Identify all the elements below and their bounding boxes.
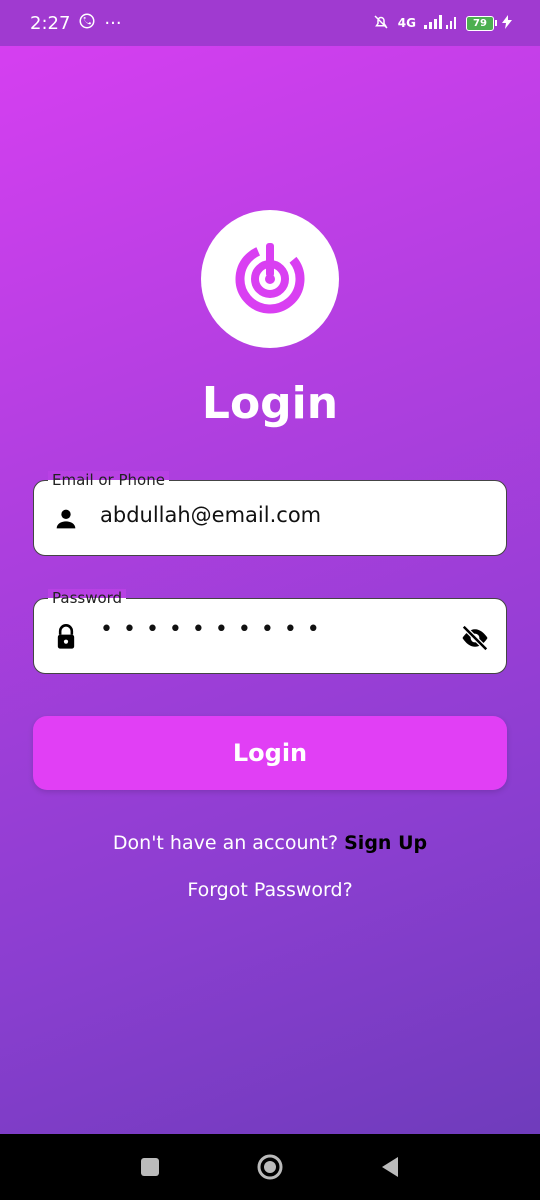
status-bar: 2:27 ··· 4G 79 bbox=[0, 0, 540, 46]
login-button[interactable]: Login bbox=[33, 716, 507, 790]
app-logo bbox=[201, 210, 339, 348]
signup-prompt: Don't have an account? bbox=[112, 832, 339, 854]
lock-icon bbox=[52, 623, 80, 651]
signup-row: Don't have an account? Sign Up bbox=[0, 832, 540, 854]
email-field-label: Email or Phone bbox=[48, 471, 169, 489]
battery-level: 79 bbox=[473, 17, 487, 29]
battery-icon: 79 bbox=[466, 15, 497, 31]
person-icon bbox=[52, 505, 80, 533]
charging-icon bbox=[502, 14, 512, 32]
home-icon[interactable] bbox=[250, 1147, 290, 1187]
forgot-password-link[interactable]: Forgot Password? bbox=[0, 879, 540, 901]
mute-icon bbox=[372, 13, 390, 34]
whatsapp-icon bbox=[78, 12, 96, 35]
status-more: ··· bbox=[104, 12, 122, 34]
password-field-label: Password bbox=[48, 589, 127, 607]
password-field[interactable]: Password •••••••••• bbox=[33, 589, 507, 674]
eye-off-icon[interactable] bbox=[460, 623, 490, 653]
email-input[interactable]: abdullah@email.com bbox=[100, 503, 321, 527]
recents-icon[interactable] bbox=[130, 1147, 170, 1187]
page-title: Login bbox=[201, 378, 339, 429]
email-field[interactable]: Email or Phone abdullah@email.com bbox=[33, 471, 507, 556]
signup-link[interactable]: Sign Up bbox=[344, 832, 427, 854]
system-nav-bar bbox=[0, 1134, 540, 1200]
status-time: 2:27 bbox=[30, 12, 71, 34]
signal-icon bbox=[424, 14, 458, 32]
password-input[interactable]: •••••••••• bbox=[100, 617, 330, 642]
app-logo-icon bbox=[232, 239, 308, 319]
back-icon[interactable] bbox=[370, 1147, 410, 1187]
network-type: 4G bbox=[397, 16, 416, 30]
